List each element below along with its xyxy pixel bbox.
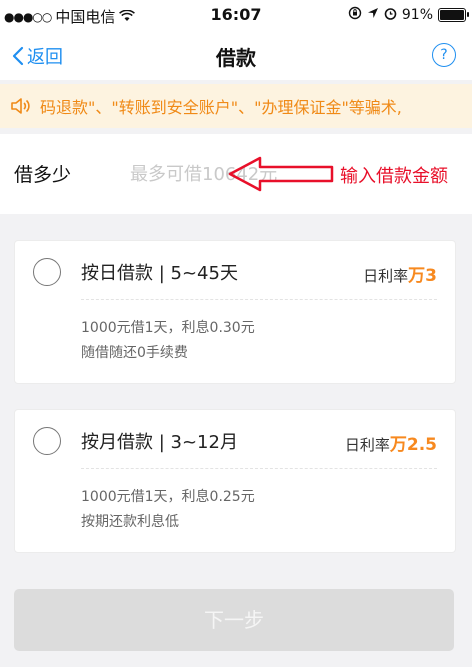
notice-text: 码退款"、"转账到安全账户"、"办理保证金"等骗术, [40, 98, 402, 117]
option-title: 按日借款 | 5~45天 [81, 263, 238, 284]
help-button[interactable]: ? [432, 43, 456, 67]
next-step-button[interactable]: 下一步 [14, 589, 454, 651]
divider [81, 299, 437, 300]
radio-button[interactable] [33, 258, 61, 286]
daily-loan-option[interactable]: 按日借款 | 5~45天 日利率万3 1000元借1天，利息0.30元 随借随还… [14, 240, 456, 384]
option-fee-note: 按期还款利息低 [81, 514, 179, 530]
rate-label: 日利率 [363, 267, 409, 285]
option-description: 1000元借1天，利息0.30元 [81, 320, 255, 336]
location-icon [367, 7, 379, 23]
divider [81, 468, 437, 469]
loan-amount-section: 借多少 输入借款金额 [0, 134, 472, 214]
page-title: 借款 [216, 46, 256, 70]
option-description: 1000元借1天，利息0.25元 [81, 489, 255, 505]
battery-percent: 91% [401, 7, 433, 23]
annotation-text: 输入借款金额 [340, 166, 448, 187]
annotation-arrow-icon [228, 156, 334, 192]
orientation-lock-icon [348, 6, 362, 24]
alarm-icon [384, 7, 397, 24]
battery-fill [440, 10, 464, 20]
battery-icon [438, 8, 469, 22]
rate-value: 万3 [408, 266, 437, 286]
daily-rate: 日利率万3 [363, 261, 437, 286]
status-right: 91% [348, 6, 469, 24]
daily-rate: 日利率万2.5 [345, 430, 437, 455]
amount-label: 借多少 [14, 164, 72, 186]
monthly-loan-option[interactable]: 按月借款 | 3~12月 日利率万2.5 1000元借1天，利息0.25元 按期… [14, 409, 456, 553]
rate-label: 日利率 [344, 436, 390, 454]
navigation-bar: 返回 借款 ? [0, 30, 472, 80]
status-bar: ●●●○○ 中国电信 16:07 91% [0, 0, 472, 30]
notice-banner[interactable]: 码退款"、"转账到安全账户"、"办理保证金"等骗术, [0, 84, 472, 128]
option-fee-note: 随借随还0手续费 [81, 345, 188, 361]
option-title: 按月借款 | 3~12月 [81, 432, 238, 453]
rate-value: 万2.5 [389, 435, 437, 455]
radio-button[interactable] [33, 427, 61, 455]
speaker-icon [11, 98, 30, 114]
